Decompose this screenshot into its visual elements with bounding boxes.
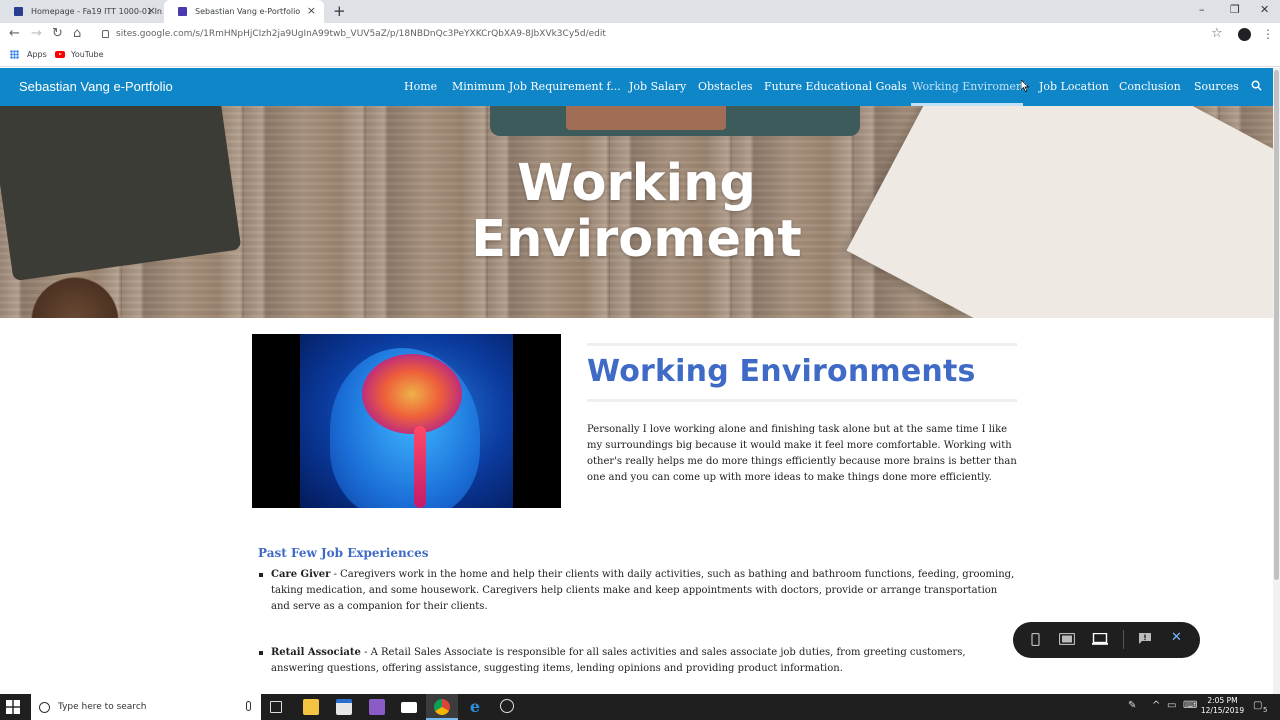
- site-title[interactable]: Sebastian Vang e-Portfolio: [19, 79, 173, 94]
- brain-image: [252, 334, 561, 508]
- chrome-icon[interactable]: [434, 699, 450, 715]
- nav-minimum-job-requirement[interactable]: Minimum Job Requirement f...: [452, 80, 621, 93]
- heading-divider-bottom: [587, 399, 1017, 402]
- new-tab-button[interactable]: +: [333, 2, 346, 20]
- list-item: Care Giver - Caregivers work in the home…: [259, 567, 1016, 615]
- feedback-icon[interactable]: [1138, 632, 1152, 648]
- internet-explorer-icon[interactable]: e: [467, 699, 483, 715]
- bookmark-label: Apps: [27, 50, 47, 59]
- keyboard-icon[interactable]: ⌨: [1183, 700, 1197, 711]
- nav-conclusion[interactable]: Conclusion: [1119, 80, 1181, 93]
- close-tab-icon[interactable]: ×: [147, 5, 156, 16]
- file-explorer-icon[interactable]: [303, 699, 319, 715]
- toolbar-separator: [1123, 630, 1124, 649]
- app-circle-icon[interactable]: [500, 699, 514, 713]
- nav-obstacles[interactable]: Obstacles: [698, 80, 753, 93]
- google-sites-favicon-icon: [178, 7, 187, 16]
- clock-time: 2:05 PM: [1207, 696, 1238, 705]
- nav-job-location[interactable]: Job Location: [1039, 80, 1109, 93]
- job-title: Retail Associate: [271, 647, 361, 658]
- home-icon[interactable]: ⌂: [73, 27, 81, 41]
- hero-banner: Working Enviroment: [0, 106, 1273, 318]
- mouse-cursor-icon: [1021, 80, 1029, 92]
- nav-home[interactable]: Home: [404, 80, 437, 93]
- apps-grid-icon: [10, 50, 19, 59]
- bookmark-label: YouTube: [71, 50, 104, 59]
- taskbar-search-box[interactable]: Type here to search: [31, 694, 261, 720]
- tab-title: Sebastian Vang e-Portfolio: [195, 7, 301, 16]
- brain-graphic: [362, 354, 462, 434]
- desktop-preview-icon[interactable]: [1092, 632, 1108, 648]
- store-icon[interactable]: [336, 699, 352, 715]
- system-clock[interactable]: 2:05 PM 12/15/2019: [1200, 696, 1245, 716]
- bookmark-apps[interactable]: Apps: [10, 50, 47, 59]
- hero-title-line1: Working: [517, 154, 756, 213]
- network-icon[interactable]: ▭: [1167, 700, 1176, 711]
- intro-paragraph: Personally I love working alone and fini…: [587, 424, 1017, 483]
- phone-preview-icon[interactable]: [1031, 632, 1040, 649]
- close-window-icon[interactable]: ✕: [1260, 3, 1269, 16]
- forward-icon[interactable]: →: [31, 27, 42, 41]
- job-description: - Caregivers work in the home and help t…: [271, 569, 1015, 612]
- exit-preview-icon[interactable]: ✕: [1171, 631, 1182, 645]
- cortana-circle-icon: [39, 701, 50, 713]
- search-icon[interactable]: [1251, 80, 1262, 91]
- back-icon[interactable]: ←: [9, 27, 20, 41]
- windows-taskbar: Type here to search: [0, 694, 1280, 720]
- hero-pinecone-decoration: [20, 276, 130, 318]
- pen-workspace-icon[interactable]: ✎: [1128, 700, 1136, 711]
- bookmark-star-icon[interactable]: ☆: [1211, 26, 1223, 41]
- list-item: Retail Associate - A Retail Sales Associ…: [259, 645, 1016, 677]
- taskbar-search-placeholder: Type here to search: [58, 702, 147, 712]
- section-heading: Working Environments: [587, 354, 976, 389]
- menu-kebab-icon[interactable]: ⋮: [1262, 27, 1274, 41]
- scrollbar-thumb[interactable]: [1274, 70, 1279, 580]
- hero-typewriter-key-decoration: [566, 106, 726, 130]
- hero-title-line2: Enviroment: [471, 210, 802, 269]
- spine-graphic: [414, 426, 426, 508]
- bookmarks-bar: Apps YouTube: [0, 46, 1280, 67]
- job-description: - A Retail Sales Associate is responsibl…: [271, 647, 966, 674]
- job-title: Care Giver: [271, 569, 331, 580]
- screen-recorder-icon[interactable]: [369, 699, 385, 715]
- bookmark-youtube[interactable]: YouTube: [55, 50, 104, 59]
- notification-count-badge: 5: [1263, 706, 1268, 714]
- address-bar-row: ← → ↻ ⌂ sites.google.com/s/1RmHNpHjCIzh2…: [0, 23, 1280, 46]
- heading-divider-top: [587, 343, 1017, 346]
- microphone-icon[interactable]: [246, 701, 251, 711]
- minimize-icon[interactable]: –: [1199, 3, 1205, 16]
- youtube-icon: [55, 51, 65, 58]
- tab-title: Homepage - Fa19 ITT 1000-01 In: [31, 7, 163, 16]
- restore-icon[interactable]: ❐: [1230, 3, 1240, 16]
- lock-icon: [102, 30, 109, 38]
- tab-eportfolio[interactable]: Sebastian Vang e-Portfolio ×: [164, 0, 324, 23]
- hero-title: Working Enviroment: [0, 156, 1273, 268]
- url-field[interactable]: sites.google.com/s/1RmHNpHjCIzh2ja9UgInA…: [116, 29, 606, 39]
- tablet-preview-icon[interactable]: [1058, 632, 1076, 648]
- reload-icon[interactable]: ↻: [52, 27, 63, 41]
- clock-date: 12/15/2019: [1200, 706, 1245, 715]
- show-hidden-icons-chevron-icon[interactable]: ^: [1152, 700, 1160, 711]
- mail-icon[interactable]: [401, 702, 417, 713]
- site-header: Sebastian Vang e-Portfolio Home Minimum …: [0, 68, 1273, 106]
- job-experiences-heading: Past Few Job Experiences: [258, 546, 429, 560]
- nav-working-enviroment[interactable]: Working Enviroment: [912, 80, 1027, 93]
- nav-sources[interactable]: Sources: [1194, 80, 1239, 93]
- windows-start-icon[interactable]: [6, 700, 20, 714]
- blackboard-favicon-icon: [14, 7, 23, 16]
- task-view-icon[interactable]: [270, 701, 282, 713]
- close-tab-icon[interactable]: ×: [307, 5, 316, 16]
- tab-homepage[interactable]: Homepage - Fa19 ITT 1000-01 In ×: [0, 0, 164, 23]
- profile-avatar[interactable]: [1238, 28, 1251, 41]
- action-center-icon[interactable]: ▢: [1253, 700, 1262, 711]
- nav-job-salary[interactable]: Job Salary: [629, 80, 686, 93]
- nav-future-educational-goals[interactable]: Future Educational Goals: [764, 80, 907, 93]
- browser-tab-strip: Homepage - Fa19 ITT 1000-01 In × Sebasti…: [0, 0, 1280, 23]
